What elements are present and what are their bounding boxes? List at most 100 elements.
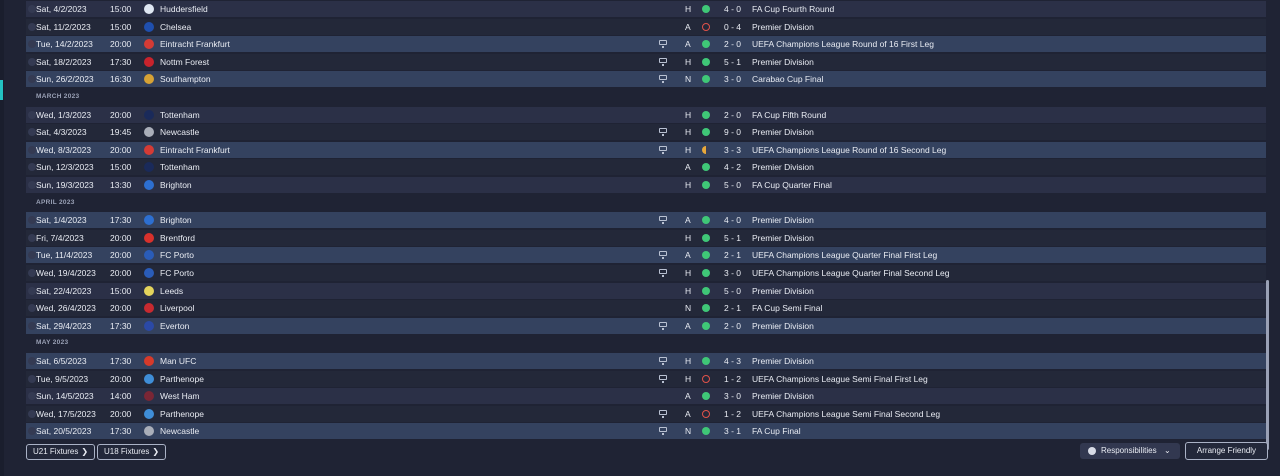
fixture-row[interactable]: Sat, 4/2/2023 15:00 Huddersfield H 4 - 0 FA C… xyxy=(26,1,1266,17)
fixture-row[interactable]: Tue, 14/2/2023 20:00 Eintracht Frankfurt A 2… xyxy=(26,36,1266,52)
opponent-link[interactable]: Nottm Forest xyxy=(160,54,209,70)
competition-link[interactable]: FA Cup Fourth Round xyxy=(752,1,834,17)
fixture-time: 15:00 xyxy=(110,22,132,32)
competition-link[interactable]: Premier Division xyxy=(752,353,814,369)
fixture-time: 17:30 xyxy=(110,356,132,366)
fixture-row[interactable]: Sun, 19/3/2023 13:30 Brighton H 5 - 0 FA Cup … xyxy=(26,177,1266,193)
competition-link[interactable]: FA Cup Final xyxy=(752,423,801,439)
opponent-link[interactable]: Brighton xyxy=(160,212,192,228)
opponent-link[interactable]: Tottenham xyxy=(160,159,200,175)
competition-link[interactable]: Premier Division xyxy=(752,124,814,140)
responsibilities-dropdown[interactable]: Responsibilities ⌄ xyxy=(1080,443,1180,459)
competition-link[interactable]: Premier Division xyxy=(752,283,814,299)
opponent-link[interactable]: Chelsea xyxy=(160,19,191,35)
competition-link[interactable]: FA Cup Semi Final xyxy=(752,300,822,316)
opponent-link[interactable]: Liverpool xyxy=(160,300,195,316)
opponent-link[interactable]: Eintracht Frankfurt xyxy=(160,36,230,52)
opponent-link[interactable]: Eintracht Frankfurt xyxy=(160,142,230,158)
opponent-link[interactable]: Everton xyxy=(160,318,189,334)
fixture-date: Sat, 22/4/2023 xyxy=(36,286,92,296)
fixture-row[interactable]: Wed, 17/5/2023 20:00 Parthenope A 1 - 2 UEFA … xyxy=(26,406,1266,422)
fixture-row[interactable]: Wed, 19/4/2023 20:00 FC Porto H 3 - 0 UEFA Ch… xyxy=(26,265,1266,281)
result-indicator-icon xyxy=(702,427,710,435)
fixture-row[interactable]: Tue, 9/5/2023 20:00 Parthenope H 1 - 2 UEFA C… xyxy=(26,371,1266,387)
competition-link[interactable]: UEFA Champions League Semi Final Second … xyxy=(752,406,940,422)
fixture-date: Sun, 12/3/2023 xyxy=(36,162,94,172)
result-indicator-icon xyxy=(702,75,710,83)
fixture-venue: H xyxy=(685,233,692,243)
fixture-row[interactable]: Sun, 14/5/2023 14:00 West Ham A 3 - 0 Premier… xyxy=(26,388,1266,404)
competition-link[interactable]: Premier Division xyxy=(752,54,814,70)
competition-link[interactable]: UEFA Champions League Round of 16 First … xyxy=(752,36,934,52)
fixture-row[interactable]: Sat, 4/3/2023 19:45 Newcastle H 9 - 0 Premier… xyxy=(26,124,1266,140)
fixture-row[interactable]: Sun, 12/3/2023 15:00 Tottenham A 4 - 2 Premie… xyxy=(26,159,1266,175)
opponent-link[interactable]: Huddersfield xyxy=(160,1,208,17)
fixture-row[interactable]: Sat, 29/4/2023 17:30 Everton A 2 - 0 Premier … xyxy=(26,318,1266,334)
fixture-time: 19:45 xyxy=(110,127,132,137)
opponent-link[interactable]: Tottenham xyxy=(160,107,200,123)
status-dot-icon xyxy=(28,269,36,277)
fixture-row[interactable]: Sat, 11/2/2023 15:00 Chelsea A 0 - 4 Premier … xyxy=(26,19,1266,35)
fixture-time: 17:30 xyxy=(110,57,132,67)
opponent-link[interactable]: Brentford xyxy=(160,230,195,246)
competition-link[interactable]: UEFA Champions League Quarter Final Seco… xyxy=(752,265,950,281)
opponent-link[interactable]: Newcastle xyxy=(160,423,199,439)
fixture-time: 17:30 xyxy=(110,215,132,225)
opponent-link[interactable]: Parthenope xyxy=(160,406,204,422)
fixture-row[interactable]: Tue, 11/4/2023 20:00 FC Porto A 2 - 1 UEFA Ch… xyxy=(26,247,1266,263)
competition-link[interactable]: Premier Division xyxy=(752,230,814,246)
opponent-link[interactable]: Southampton xyxy=(160,71,211,87)
fixture-venue: H xyxy=(685,4,692,14)
arrange-friendly-button[interactable]: Arrange Friendly xyxy=(1185,442,1268,460)
opponent-link[interactable]: Leeds xyxy=(160,283,183,299)
fixture-row[interactable]: Wed, 8/3/2023 20:00 Eintracht Frankfurt H 3 … xyxy=(26,142,1266,158)
status-dot-icon xyxy=(28,322,36,330)
competition-link[interactable]: FA Cup Quarter Final xyxy=(752,177,832,193)
competition-link[interactable]: Premier Division xyxy=(752,388,814,404)
fixture-row[interactable]: Sat, 18/2/2023 17:30 Nottm Forest H 5 - 1 Pre… xyxy=(26,54,1266,70)
result-indicator-icon xyxy=(702,392,710,400)
opponent-link[interactable]: Parthenope xyxy=(160,371,204,387)
club-badge-icon xyxy=(144,426,154,436)
opponent-link[interactable]: Brighton xyxy=(160,177,192,193)
opponent-link[interactable]: FC Porto xyxy=(160,247,194,263)
fixture-row[interactable]: Sun, 26/2/2023 16:30 Southampton N 3 - 0 Cara… xyxy=(26,71,1266,87)
fixture-row[interactable]: Fri, 7/4/2023 20:00 Brentford H 5 - 1 Premier… xyxy=(26,230,1266,246)
u21-fixtures-button[interactable]: U21 Fixtures ❯ xyxy=(26,444,95,460)
result-indicator-icon xyxy=(702,234,710,242)
fixture-date: Tue, 11/4/2023 xyxy=(36,250,93,260)
club-badge-icon xyxy=(144,22,154,32)
fixture-time: 20:00 xyxy=(110,145,132,155)
fixture-row[interactable]: Sat, 20/5/2023 17:30 Newcastle N 3 - 1 FA Cup… xyxy=(26,423,1266,439)
fixture-venue: H xyxy=(685,127,692,137)
fixture-row[interactable]: Wed, 26/4/2023 20:00 Liverpool N 2 - 1 FA Cup… xyxy=(26,300,1266,316)
competition-link[interactable]: FA Cup Fifth Round xyxy=(752,107,826,123)
competition-link[interactable]: Carabao Cup Final xyxy=(752,71,823,87)
club-badge-icon xyxy=(144,145,154,155)
fixture-row[interactable]: Sat, 6/5/2023 17:30 Man UFC H 4 - 3 Premier D… xyxy=(26,353,1266,369)
fixture-date: Sat, 11/2/2023 xyxy=(36,22,91,32)
fixture-row[interactable]: Sat, 1/4/2023 17:30 Brighton A 4 - 0 Premier … xyxy=(26,212,1266,228)
opponent-link[interactable]: FC Porto xyxy=(160,265,194,281)
result-indicator-icon xyxy=(702,216,710,224)
u18-fixtures-button[interactable]: U18 Fixtures ❯ xyxy=(97,444,166,460)
competition-link[interactable]: Premier Division xyxy=(752,318,814,334)
opponent-link[interactable]: West Ham xyxy=(160,388,200,404)
fixture-row[interactable]: Sat, 22/4/2023 15:00 Leeds H 5 - 0 Premier Di… xyxy=(26,283,1266,299)
fixture-time: 20:00 xyxy=(110,39,132,49)
fixture-date: Sat, 4/2/2023 xyxy=(36,4,87,14)
fixture-time: 20:00 xyxy=(110,268,132,278)
fixtures-screen: Sat, 4/2/2023 15:00 Huddersfield H 4 - 0 FA C… xyxy=(0,0,1280,476)
competition-link[interactable]: Premier Division xyxy=(752,19,814,35)
competition-link[interactable]: UEFA Champions League Semi Final First L… xyxy=(752,371,928,387)
competition-link[interactable]: UEFA Champions League Quarter Final Firs… xyxy=(752,247,937,263)
opponent-link[interactable]: Man UFC xyxy=(160,353,196,369)
fixture-row[interactable]: Wed, 1/3/2023 20:00 Tottenham H 2 - 0 FA Cup … xyxy=(26,107,1266,123)
scrollbar[interactable] xyxy=(1266,280,1269,450)
fixture-date: Sat, 1/4/2023 xyxy=(36,215,87,225)
opponent-link[interactable]: Newcastle xyxy=(160,124,199,140)
result-indicator-icon xyxy=(702,181,710,189)
competition-link[interactable]: Premier Division xyxy=(752,159,814,175)
competition-link[interactable]: UEFA Champions League Round of 16 Second… xyxy=(752,142,946,158)
competition-link[interactable]: Premier Division xyxy=(752,212,814,228)
